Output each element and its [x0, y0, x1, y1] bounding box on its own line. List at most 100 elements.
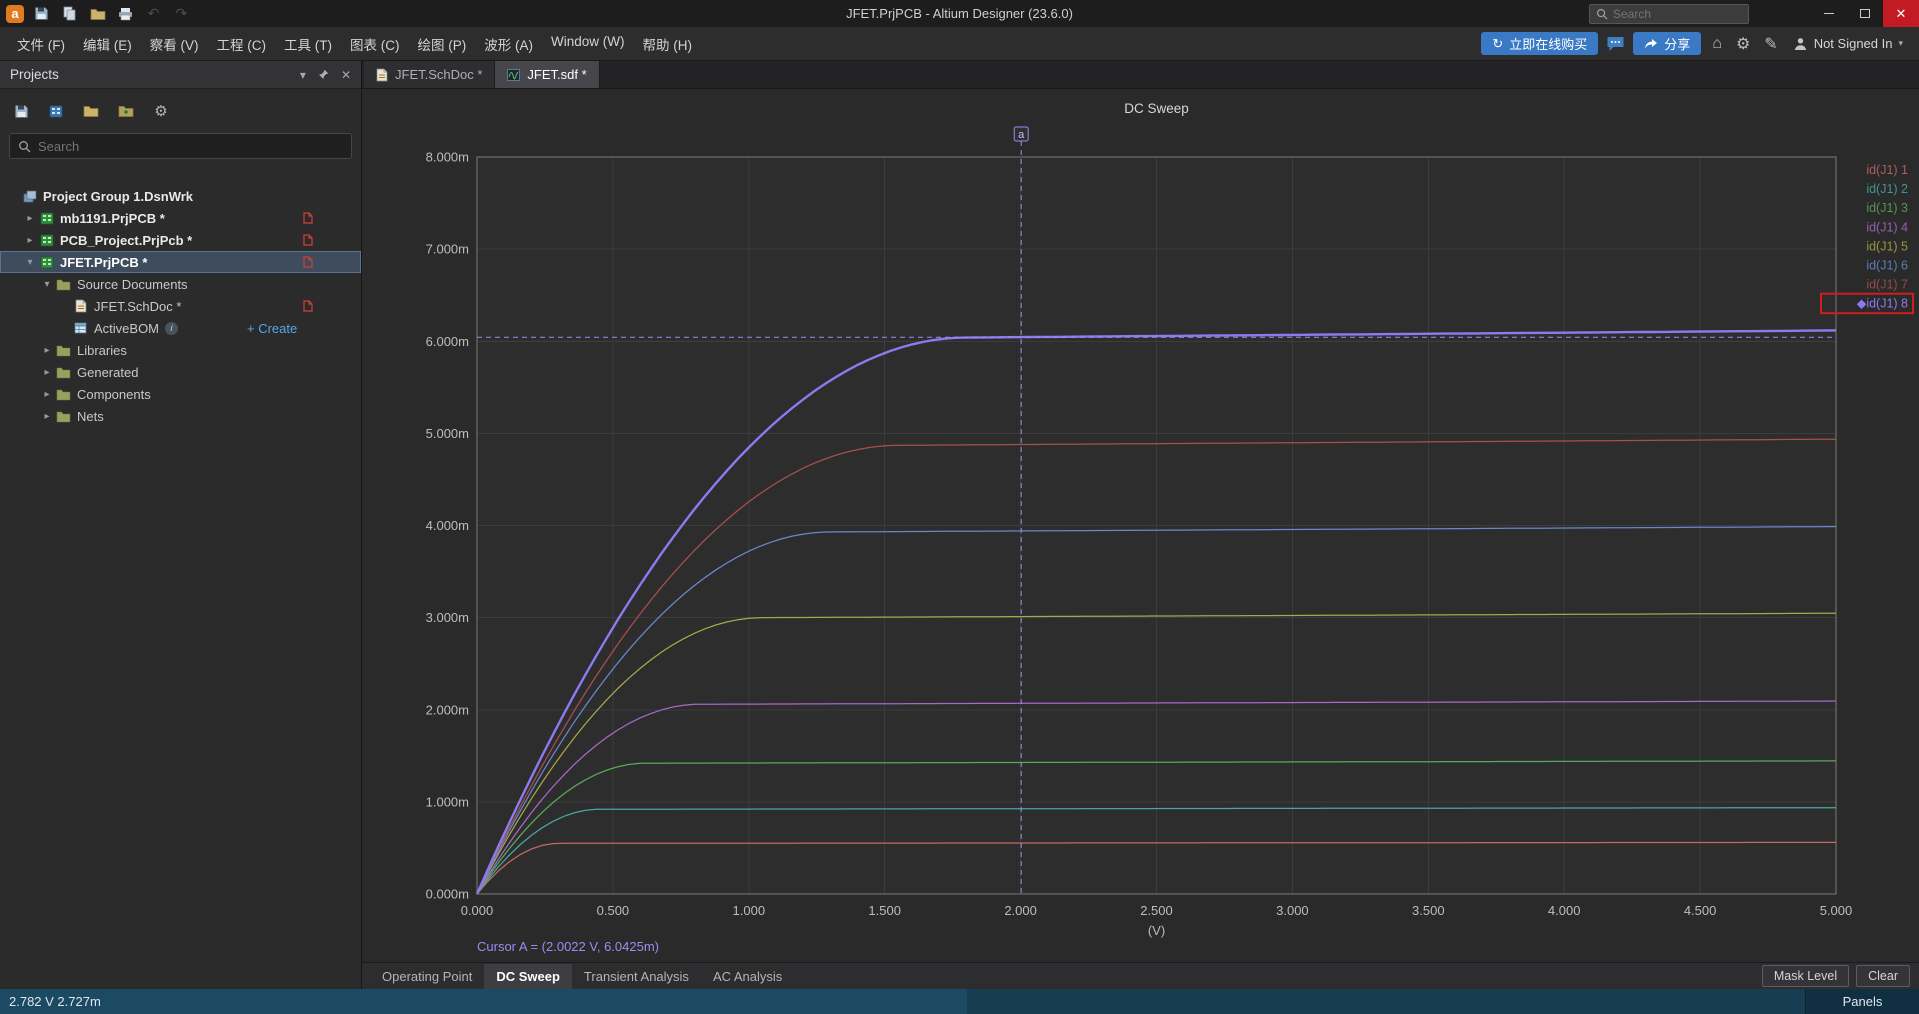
tree-item-jfet-prjpcb[interactable]: ▾JFET.PrjPCB * — [0, 251, 361, 273]
tree-item-project-group-1-dsnwrk[interactable]: Project Group 1.DsnWrk — [0, 185, 361, 207]
panels-button[interactable]: Panels — [1805, 989, 1919, 1014]
open-folder-icon[interactable] — [82, 102, 100, 120]
legend-entry-2[interactable]: id(J1) 2 — [1866, 182, 1908, 196]
legend-entry-7[interactable]: id(J1) 7 — [1866, 278, 1908, 292]
altium-logo-icon[interactable]: a — [6, 5, 24, 23]
signin-menu[interactable]: Not Signed In ▾ — [1793, 36, 1903, 51]
create-link[interactable]: + Create — [247, 321, 297, 336]
folder-icon — [54, 410, 73, 423]
documents-icon[interactable] — [61, 5, 78, 22]
chevron-right-icon[interactable]: ▸ — [23, 235, 37, 246]
share-label: 分享 — [1664, 34, 1690, 53]
menu-item-t[interactable]: 工具 (T) — [275, 27, 341, 61]
tree-item-jfet-schdoc[interactable]: JFET.SchDoc * — [0, 295, 361, 317]
compile-icon[interactable] — [47, 102, 65, 120]
pin-icon[interactable] — [318, 69, 329, 80]
modified-doc-icon — [303, 212, 313, 224]
analysis-tab-dc-sweep[interactable]: DC Sweep — [484, 964, 572, 989]
workspace-icon — [20, 190, 39, 203]
gear-icon[interactable]: ⚙ — [1733, 34, 1753, 54]
tree-item-mb1191-prjpcb[interactable]: ▸ mb1191.PrjPCB * — [0, 207, 361, 229]
tree-item-label: mb1191.PrjPCB * — [60, 211, 165, 226]
maximize-button[interactable] — [1847, 0, 1883, 27]
close-icon[interactable]: ✕ — [341, 68, 351, 82]
coordinate-readout: 2.782 V 2.727m — [0, 994, 101, 1009]
search-icon — [1596, 8, 1608, 20]
svg-text:2.000m: 2.000m — [426, 702, 469, 717]
svg-text:3.000m: 3.000m — [426, 610, 469, 625]
document-tab-jfet-schdoc[interactable]: JFET.SchDoc * — [364, 61, 495, 88]
chevron-right-icon[interactable]: ▸ — [40, 389, 54, 400]
close-button[interactable]: ✕ — [1883, 0, 1919, 27]
chevron-right-icon[interactable]: ▸ — [40, 367, 54, 378]
chevron-right-icon[interactable]: ▸ — [40, 411, 54, 422]
chat-icon[interactable] — [1606, 36, 1625, 52]
tree-item-source-documents[interactable]: ▾Source Documents — [0, 273, 361, 295]
minimize-button[interactable] — [1811, 0, 1847, 27]
tree-item-pcb-project-prjpcb[interactable]: ▸PCB_Project.PrjPcb * — [0, 229, 361, 251]
buy-online-button[interactable]: ↻ 立即在线购买 — [1481, 32, 1598, 55]
menu-item-h[interactable]: 帮助 (H) — [634, 27, 702, 61]
chevron-right-icon[interactable]: ▸ — [40, 345, 54, 356]
legend-entry-6[interactable]: id(J1) 6 — [1866, 259, 1908, 273]
chevron-right-icon[interactable]: ▸ — [23, 213, 37, 224]
tree-item-nets[interactable]: ▸ Nets — [0, 405, 361, 427]
menu-item-v[interactable]: 察看 (V) — [141, 27, 208, 61]
tree-item-activebom[interactable]: ActiveBOMi+ Create — [0, 317, 361, 339]
open-folder-icon[interactable] — [89, 5, 106, 22]
svg-text:8.000m: 8.000m — [426, 150, 469, 165]
gear-icon[interactable]: ⚙ — [152, 102, 170, 120]
panel-menu-icon[interactable]: ▾ — [300, 68, 306, 82]
menu-item-c[interactable]: 图表 (C) — [341, 27, 409, 61]
clear-button[interactable]: Clear — [1856, 965, 1910, 987]
legend-entry-5[interactable]: id(J1) 5 — [1866, 239, 1908, 253]
mask-level-button[interactable]: Mask Level — [1762, 965, 1849, 987]
menu-item-f[interactable]: 文件 (F) — [8, 27, 74, 61]
chevron-down-icon[interactable]: ▾ — [40, 279, 54, 290]
svg-text:5.000m: 5.000m — [426, 426, 469, 441]
legend-entry-3[interactable]: id(J1) 3 — [1866, 201, 1908, 215]
customize-icon[interactable]: ✎ — [1761, 34, 1780, 54]
save-icon[interactable] — [12, 102, 30, 120]
tree-item-label: Generated — [77, 365, 138, 380]
analysis-tab-operating-point[interactable]: Operating Point — [370, 964, 484, 989]
legend-entry-1[interactable]: id(J1) 1 — [1866, 163, 1908, 177]
home-icon[interactable]: ⌂ — [1709, 35, 1725, 53]
titlebar-toolbar: ↶ ↷ — [33, 5, 190, 22]
redo-icon[interactable]: ↷ — [173, 5, 190, 22]
tree-item-components[interactable]: ▸Components — [0, 383, 361, 405]
menu-item-e[interactable]: 编辑 (E) — [74, 27, 141, 61]
chevron-down-icon[interactable]: ▾ — [23, 257, 37, 268]
tree-item-label: Libraries — [77, 343, 127, 358]
buy-online-label: 立即在线购买 — [1509, 34, 1587, 53]
tree-item-libraries[interactable]: ▸ Libraries — [0, 339, 361, 361]
add-folder-icon[interactable] — [117, 102, 135, 120]
share-button[interactable]: 分享 — [1633, 32, 1701, 55]
menu-item-window-w[interactable]: Window (W) — [542, 27, 634, 61]
menu-item-c[interactable]: 工程 (C) — [208, 27, 276, 61]
schdoc-icon — [376, 68, 388, 82]
document-tab-jfet-sdf[interactable]: JFET.sdf * — [495, 61, 599, 88]
legend-entry-4[interactable]: id(J1) 4 — [1866, 220, 1908, 234]
project-tree: Project Group 1.DsnWrk ▸ mb1191.PrjPCB * ▸P… — [0, 185, 361, 427]
titlebar-search[interactable] — [1589, 4, 1749, 24]
tab-label: JFET.SchDoc * — [395, 67, 482, 82]
svg-text:3.500: 3.500 — [1412, 903, 1445, 918]
menu-item-p[interactable]: 绘图 (P) — [409, 27, 476, 61]
tree-item-label: Nets — [77, 409, 104, 424]
dc-sweep-chart[interactable]: aDC Sweep0.000m1.000m2.000m3.000m4.000m5… — [362, 89, 1919, 962]
analysis-tab-ac-analysis[interactable]: AC Analysis — [701, 964, 794, 989]
project-icon — [37, 256, 56, 269]
projects-search-input[interactable] — [38, 139, 343, 154]
save-icon[interactable] — [33, 5, 50, 22]
svg-text:2.000: 2.000 — [1004, 903, 1037, 918]
cursor-a-handle[interactable]: a — [1014, 127, 1028, 141]
tree-item-generated[interactable]: ▸ Generated — [0, 361, 361, 383]
undo-icon[interactable]: ↶ — [145, 5, 162, 22]
print-icon[interactable] — [117, 5, 134, 22]
menu-item-a[interactable]: 波形 (A) — [475, 27, 542, 61]
projects-search[interactable] — [9, 133, 352, 159]
analysis-tab-transient-analysis[interactable]: Transient Analysis — [572, 964, 701, 989]
titlebar-search-input[interactable] — [1613, 7, 1742, 21]
legend-entry-8[interactable]: ◆id(J1) 8 — [1857, 297, 1908, 311]
